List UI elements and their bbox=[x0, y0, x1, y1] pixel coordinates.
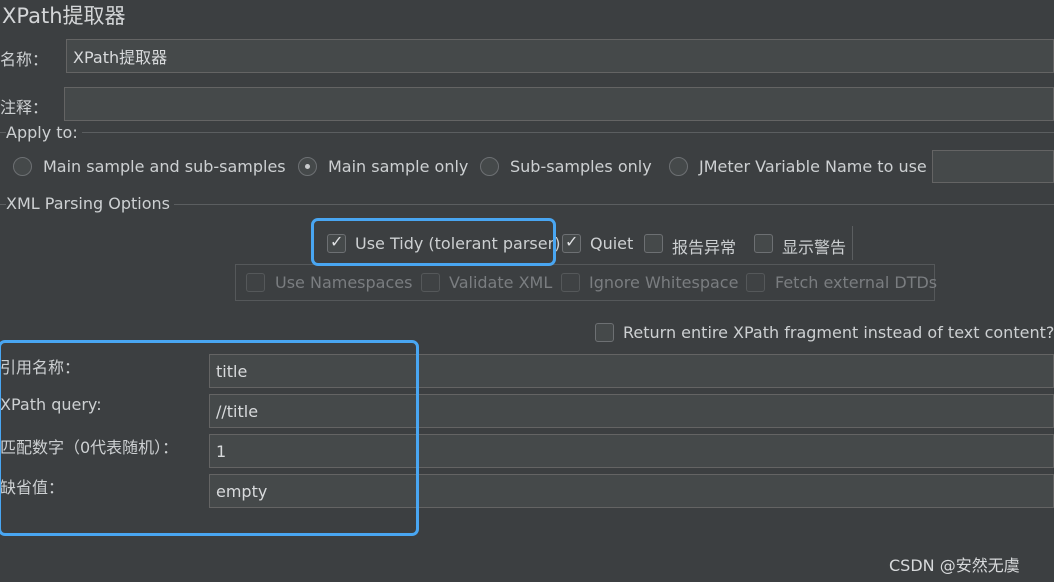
watermark: CSDN @安然无虞 bbox=[889, 556, 1020, 575]
radio-jmeter-variable[interactable] bbox=[669, 157, 688, 176]
quiet-checkbox[interactable] bbox=[562, 232, 581, 253]
fetch-dtds-checkbox[interactable] bbox=[746, 273, 765, 292]
radio-sub-only[interactable] bbox=[480, 157, 499, 176]
radio-main-and-sub[interactable] bbox=[13, 157, 32, 176]
radio-main-and-sub-label: Main sample and sub-samples bbox=[43, 157, 286, 176]
fields-highlight-box bbox=[0, 340, 419, 536]
ignore-whitespace-label: Ignore Whitespace bbox=[589, 273, 739, 292]
return-fragment-label: Return entire XPath fragment instead of … bbox=[623, 323, 1054, 342]
panel-title: XPath提取器 bbox=[2, 4, 126, 28]
quiet-label: Quiet bbox=[590, 234, 634, 253]
show-warnings-label: 显示警告 bbox=[782, 238, 847, 257]
row1-edge bbox=[852, 226, 853, 260]
return-fragment-checkbox[interactable] bbox=[595, 323, 614, 342]
report-errors-checkbox[interactable] bbox=[644, 234, 663, 253]
name-field[interactable] bbox=[66, 39, 1054, 73]
show-warnings-checkbox[interactable] bbox=[754, 234, 773, 253]
use-namespaces-label: Use Namespaces bbox=[275, 273, 413, 292]
radio-sub-only-label: Sub-samples only bbox=[510, 157, 652, 176]
apply-to-title: Apply to: bbox=[6, 123, 82, 142]
validate-xml-label: Validate XML bbox=[449, 273, 553, 292]
comment-field[interactable] bbox=[64, 87, 1054, 121]
jmeter-variable-input[interactable] bbox=[932, 150, 1054, 183]
radio-main-only-label: Main sample only bbox=[328, 157, 469, 176]
fetch-dtds-label: Fetch external DTDs bbox=[775, 273, 938, 292]
apply-to-divider bbox=[0, 132, 1054, 133]
radio-jmeter-variable-label: JMeter Variable Name to use bbox=[699, 157, 927, 176]
radio-main-only[interactable] bbox=[298, 157, 317, 176]
comment-label: 注释： bbox=[0, 98, 49, 117]
name-label: 名称： bbox=[0, 50, 49, 69]
use-tidy-highlight-box bbox=[311, 218, 556, 266]
validate-xml-checkbox[interactable] bbox=[421, 273, 440, 292]
use-namespaces-checkbox[interactable] bbox=[246, 273, 265, 292]
report-errors-label: 报告异常 bbox=[672, 238, 737, 257]
ignore-whitespace-checkbox[interactable] bbox=[561, 273, 580, 292]
xml-parsing-title: XML Parsing Options bbox=[6, 194, 174, 213]
